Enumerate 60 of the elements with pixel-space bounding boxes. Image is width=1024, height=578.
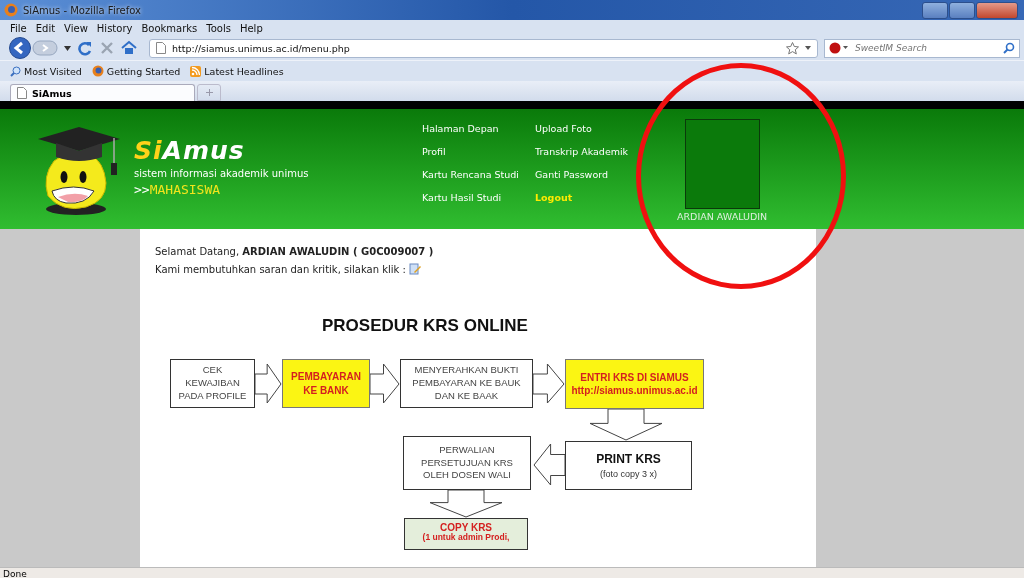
stop-icon[interactable] [99,40,115,56]
browser-tab[interactable]: SiAmus [10,84,195,101]
search-bar[interactable]: SweetIM Search [824,38,1020,58]
flow-arrow [255,364,282,404]
bookmark-link[interactable]: Latest Headlines [204,65,284,77]
menu-item[interactable]: Bookmarks [141,22,198,34]
menu-item[interactable]: Tools [206,22,231,34]
globe-icon [91,65,104,77]
dropdown-icon[interactable] [64,45,71,51]
menu-item[interactable]: View [64,22,88,34]
reload-icon[interactable] [77,40,93,56]
step-title: COPY KRS [439,522,493,533]
status-text: Done [0,567,1024,578]
search-field[interactable]: SweetIM Search [853,42,997,54]
step-note: (1 untuk admin Prodi, [422,533,510,543]
flow-step: PERWALIAN PERSETUJUAN KRS OLEH DOSEN WALI [403,436,531,490]
maximize-button[interactable] [949,1,975,19]
flow-step: PEMBAYARAN KE BANK [282,359,370,408]
dropdown-icon[interactable] [805,46,811,50]
flow-arrow [370,364,400,404]
menu-item[interactable]: File [10,22,27,34]
role-label: >>MAHASISWA [134,181,222,197]
site-tagline: sistem informasi akademik unimus [134,167,309,179]
plus-icon [205,89,213,96]
nav-link[interactable]: Halaman Depan [422,123,535,146]
flow-arrow [533,364,565,404]
flow-arrow [430,490,502,518]
menu-item[interactable]: History [96,22,133,34]
site-logo: SiAmus [134,135,246,165]
bookmark-link[interactable]: Getting Started [106,65,181,77]
star-icon[interactable] [786,41,799,55]
profile-name: ARDIAN AWALUDIN [677,211,768,222]
feed-icon [190,65,202,77]
menu-item[interactable]: Edit [35,22,56,34]
browser-logo-icon [4,3,18,17]
search-icon[interactable] [1003,42,1015,54]
nav-link[interactable]: Profil [422,146,535,169]
bookmark-link[interactable]: Most Visited [24,65,82,77]
procedure-title: PROSEDUR KRS ONLINE [322,316,529,336]
engine-icon [829,42,849,54]
feedback-text: Kami membutuhkan saran dan kritik, silakan klik : [155,263,406,275]
menu-item[interactable]: Help [239,22,263,34]
window-title: SiAmus - Mozilla Firefox [23,4,141,16]
close-button[interactable] [976,1,1018,19]
page-icon [156,42,166,54]
flow-step: MENYERAHKAN BUKTI PEMBAYARAN KE BAUK DAN KE BAAK [400,359,533,408]
nav-link[interactable]: Transkrip Akademik [535,146,655,169]
flow-step: ENTRI KRS DI SIAMUS http://siamus.unimus.ac.id [565,359,704,409]
greeting-text: Selamat Datang, ARDIAN AWALUDIN ( G0C009007 ) [155,246,435,257]
step-note: (foto copy 3 x) [600,467,657,480]
nav-link[interactable]: Upload Foto [535,123,655,146]
home-icon[interactable] [121,40,137,56]
feedback-icon[interactable] [408,263,421,275]
page-icon [17,87,27,99]
search-icon [10,65,21,77]
address-bar[interactable]: http://siamus.unimus.ac.id/menu.php [149,38,818,58]
minimize-button[interactable] [922,1,948,19]
flow-step: CEK KEWAJIBAN PADA PROFILE [170,359,255,408]
step-title: PRINT KRS [596,451,661,468]
back-button[interactable] [8,37,34,59]
